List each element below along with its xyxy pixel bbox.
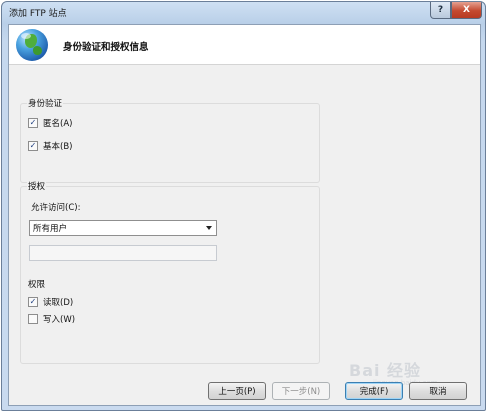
basic-label: 基本(B) (43, 142, 73, 152)
anonymous-checkbox[interactable]: ✓ (28, 118, 38, 128)
cancel-button[interactable]: 取消 (409, 382, 467, 400)
read-checkbox[interactable]: ✓ (28, 297, 38, 307)
allow-access-select[interactable]: 所有用户 (29, 220, 217, 236)
permissions-label: 权限 (28, 280, 46, 290)
close-button[interactable]: X (451, 2, 482, 19)
basic-checkbox-row[interactable]: ✓ 基本(B) (28, 140, 72, 152)
back-button[interactable]: 上一页(P) (208, 382, 266, 400)
globe-icon (16, 29, 48, 61)
watermark-text: Bai 经验 (349, 361, 422, 380)
authorization-group-label: 授权 (27, 180, 47, 192)
allow-access-label: 允许访问(C): (31, 203, 81, 213)
write-label: 写入(W) (43, 315, 76, 325)
basic-checkbox[interactable]: ✓ (28, 141, 38, 151)
title-bar[interactable]: 添加 FTP 站点 ? X (2, 2, 485, 24)
anonymous-label: 匿名(A) (43, 119, 73, 129)
wizard-header: 身份验证和授权信息 (9, 25, 480, 65)
write-checkbox[interactable] (28, 314, 38, 324)
anonymous-checkbox-row[interactable]: ✓ 匿名(A) (28, 117, 72, 129)
next-button[interactable]: 下一步(N) (272, 382, 330, 400)
write-checkbox-row[interactable]: 写入(W) (28, 313, 75, 325)
dialog-body: 身份验证和授权信息 身份验证 ✓ 匿名(A) ✓ 基本(B) 授权 允许访问(C… (8, 24, 481, 406)
page-title: 身份验证和授权信息 (63, 42, 149, 53)
read-checkbox-row[interactable]: ✓ 读取(D) (28, 296, 73, 308)
help-button[interactable]: ? (430, 2, 451, 19)
authentication-group-label: 身份验证 (27, 97, 64, 109)
dialog-window: 添加 FTP 站点 ? X 身份验证和授权信息 身份验证 ✓ 匿名(A) ✓ 基… (1, 1, 486, 411)
window-title: 添加 FTP 站点 (9, 9, 67, 19)
user-input[interactable] (29, 245, 217, 261)
chevron-down-icon[interactable] (206, 226, 212, 230)
read-label: 读取(D) (43, 298, 74, 308)
finish-button[interactable]: 完成(F) (345, 382, 403, 400)
allow-access-value: 所有用户 (33, 224, 68, 234)
